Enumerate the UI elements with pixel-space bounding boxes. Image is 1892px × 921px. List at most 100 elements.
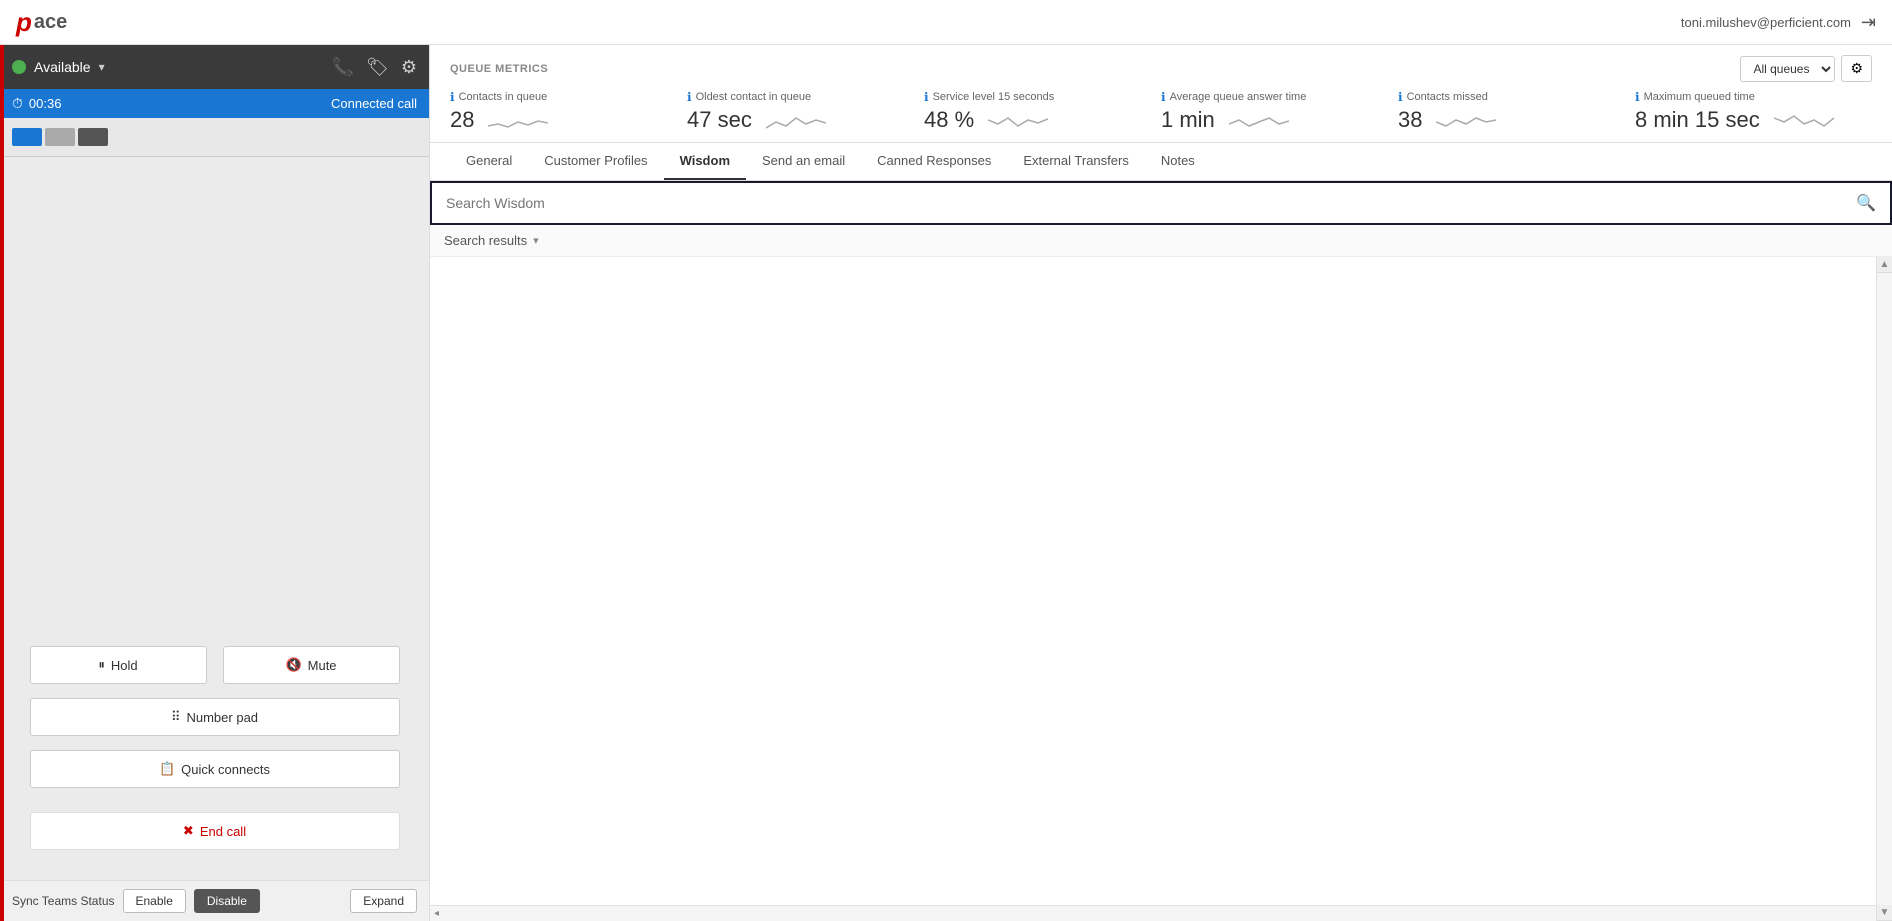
mute-icon: 🔇 — [285, 657, 301, 673]
timer-icon: ⏱ — [12, 95, 23, 112]
call-info-bar: ⏱ 00:36 Connected call — [0, 89, 429, 118]
agent-status-bar: Available ▾ 📞 🏷 ⚙ — [0, 45, 429, 89]
settings-icon-btn[interactable]: ⚙ — [401, 57, 417, 78]
tab-canned-responses[interactable]: Canned Responses — [861, 143, 1007, 180]
status-dropdown-arrow[interactable]: ▾ — [99, 60, 105, 74]
scroll-down-arrow[interactable]: ▼ — [1877, 905, 1892, 921]
logo: p ace — [16, 7, 67, 38]
logo-text: ace — [34, 11, 67, 34]
horiz-scrollbar[interactable]: ◂ — [430, 905, 1876, 921]
call-buttons-row: ⏸ Hold 🔇 Mute — [30, 646, 400, 684]
search-results-label: Search results — [444, 233, 527, 248]
sparkline-3 — [988, 108, 1048, 132]
search-bar: 🔍 — [430, 181, 1892, 225]
metric-value-4: 1 min — [1161, 108, 1215, 132]
user-email: toni.milushev@perficient.com — [1681, 15, 1851, 30]
info-icon-2: ℹ — [687, 90, 692, 104]
caller-avatar — [12, 128, 108, 146]
metric-avg-answer-time: ℹ Average queue answer time 1 min — [1161, 90, 1398, 132]
caller-info — [0, 118, 429, 157]
sync-controls: Sync Teams Status Enable Disable — [12, 889, 260, 913]
tab-wisdom[interactable]: Wisdom — [664, 143, 746, 180]
bottom-bar: Sync Teams Status Enable Disable Expand — [0, 880, 429, 921]
enable-button[interactable]: Enable — [123, 889, 186, 913]
quick-connects-button[interactable]: 📋 Quick connects — [30, 750, 400, 788]
expand-button[interactable]: Expand — [350, 889, 417, 913]
metric-contacts-in-queue: ℹ Contacts in queue 28 — [450, 90, 687, 132]
wisdom-content-area: 🔍 Search results ▾ ▲ ▼ ◂ — [430, 181, 1892, 921]
queue-controls: All queues ⚙ — [1740, 55, 1872, 82]
tab-send-email[interactable]: Send an email — [746, 143, 861, 180]
main-layout: Available ▾ 📞 🏷 ⚙ ⏱ 00:36 Connected call — [0, 45, 1892, 921]
hold-button[interactable]: ⏸ Hold — [30, 646, 207, 684]
mute-button[interactable]: 🔇 Mute — [223, 646, 400, 684]
metric-value-3: 48 % — [924, 108, 974, 132]
metric-value-1: 28 — [450, 108, 474, 132]
number-pad-button[interactable]: ⠿ Number pad — [30, 698, 400, 736]
metric-oldest-contact: ℹ Oldest contact in queue 47 sec — [687, 90, 924, 132]
queue-selector[interactable]: All queues — [1740, 56, 1835, 82]
metric-value-6: 8 min 15 sec — [1635, 108, 1760, 132]
tab-external-transfers[interactable]: External Transfers — [1007, 143, 1145, 180]
sparkline-4 — [1229, 108, 1289, 132]
metric-value-2: 47 sec — [687, 108, 752, 132]
side-scrollbar[interactable]: ▲ ▼ — [1876, 257, 1892, 921]
end-call-button[interactable]: ✖ End call — [30, 812, 400, 850]
metric-contacts-missed: ℹ Contacts missed 38 — [1398, 90, 1635, 132]
sparkline-2 — [766, 108, 826, 132]
queue-metrics-section: QUEUE METRICS All queues ⚙ ℹ Contacts in… — [430, 45, 1892, 143]
metrics-row: ℹ Contacts in queue 28 ℹ Oldest contact — [450, 90, 1872, 132]
search-results-bar: Search results ▾ — [430, 225, 1892, 257]
results-content: ▲ ▼ ◂ — [430, 257, 1892, 921]
logo-icon: p — [16, 7, 32, 38]
hold-icon: ⏸ — [98, 657, 105, 673]
queue-metrics-title: QUEUE METRICS — [450, 63, 548, 75]
call-time: 00:36 — [29, 96, 62, 111]
info-icon-6: ℹ — [1635, 90, 1640, 104]
search-button[interactable]: 🔍 — [1842, 183, 1890, 223]
status-dot — [12, 60, 26, 74]
call-status: Connected call — [331, 96, 417, 111]
call-timer: ⏱ 00:36 — [12, 95, 61, 112]
info-icon-5: ℹ — [1398, 90, 1403, 104]
info-icon-4: ℹ — [1161, 90, 1166, 104]
scroll-left-arrow[interactable]: ◂ — [434, 908, 439, 919]
tab-notes[interactable]: Notes — [1145, 143, 1211, 180]
search-input[interactable] — [432, 185, 1842, 221]
scroll-up-arrow[interactable]: ▲ — [1877, 257, 1892, 273]
search-icon: 🔍 — [1856, 195, 1876, 212]
quick-connect-icon: 📋 — [159, 761, 175, 777]
avatar-block-3 — [78, 128, 108, 146]
phone-icon-btn[interactable]: 📞 — [332, 57, 354, 78]
tabs-bar: General Customer Profiles Wisdom Send an… — [430, 143, 1892, 181]
info-icon-3: ℹ — [924, 90, 929, 104]
avatar-block-2 — [45, 128, 75, 146]
top-header: p ace toni.milushev@perficient.com ⇥ — [0, 0, 1892, 45]
metric-service-level: ℹ Service level 15 seconds 48 % — [924, 90, 1161, 132]
call-area: ⏸ Hold 🔇 Mute ⠿ Number pad 📋 Quick conne… — [0, 157, 429, 880]
sparkline-5 — [1436, 108, 1496, 132]
left-panel: Available ▾ 📞 🏷 ⚙ ⏱ 00:36 Connected call — [0, 45, 430, 921]
status-icons: 📞 🏷 ⚙ — [332, 57, 417, 78]
avatar-block-1 — [12, 128, 42, 146]
sparkline-6 — [1774, 108, 1834, 132]
logout-icon[interactable]: ⇥ — [1861, 12, 1876, 33]
metric-value-5: 38 — [1398, 108, 1422, 132]
header-right: toni.milushev@perficient.com ⇥ — [1681, 12, 1876, 33]
status-label: Available — [34, 59, 91, 75]
disable-button[interactable]: Disable — [194, 889, 260, 913]
sparkline-1 — [488, 108, 548, 132]
search-results-chevron[interactable]: ▾ — [533, 234, 539, 247]
status-left: Available ▾ — [12, 59, 105, 75]
info-icon-1: ℹ — [450, 90, 455, 104]
tab-general[interactable]: General — [450, 143, 528, 180]
numpad-icon: ⠿ — [171, 709, 181, 725]
right-panel: QUEUE METRICS All queues ⚙ ℹ Contacts in… — [430, 45, 1892, 921]
metric-max-queued-time: ℹ Maximum queued time 8 min 15 sec — [1635, 90, 1872, 132]
end-call-icon: ✖ — [183, 823, 194, 839]
sync-label: Sync Teams Status — [12, 894, 115, 908]
queue-settings-button[interactable]: ⚙ — [1841, 55, 1872, 82]
tab-customer-profiles[interactable]: Customer Profiles — [528, 143, 663, 180]
results-list[interactable] — [430, 257, 1876, 921]
chat-icon-btn[interactable]: 🏷 — [366, 57, 389, 78]
